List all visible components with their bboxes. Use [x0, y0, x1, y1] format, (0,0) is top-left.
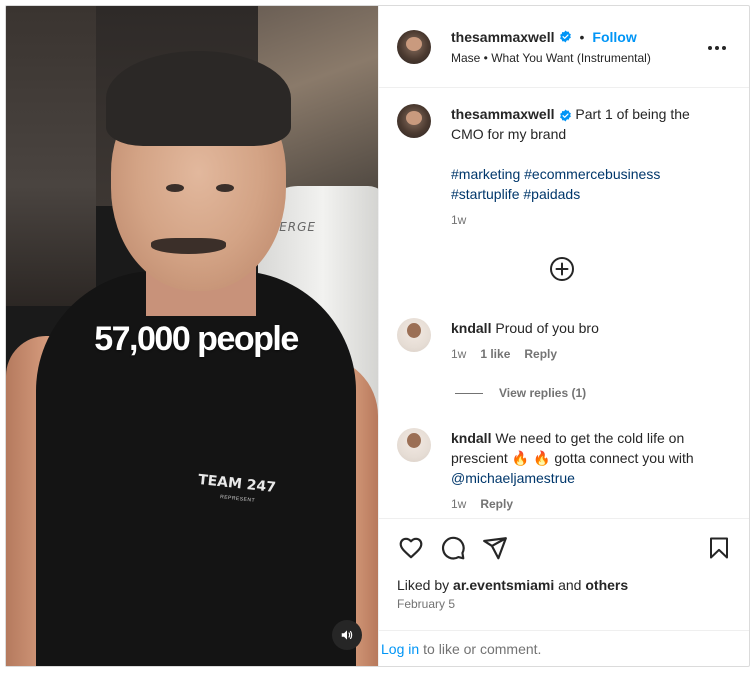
- post-date[interactable]: February 5: [397, 597, 733, 611]
- post-header: thesammaxwell • Follow Mase • What You W…: [379, 6, 749, 88]
- hashtags-line[interactable]: #startuplife #paidads: [451, 184, 721, 204]
- left-eye: [166, 184, 184, 192]
- user-mention-link[interactable]: @michaeljamestrue: [451, 470, 575, 486]
- bookmark-icon: [710, 537, 728, 559]
- load-more-comments-button[interactable]: [549, 256, 575, 282]
- caption-avatar[interactable]: [397, 104, 431, 138]
- right-eye: [216, 184, 234, 192]
- hair: [106, 51, 291, 146]
- more-options-icon: [708, 46, 726, 50]
- plus-circle-icon: [550, 257, 574, 281]
- likes-summary: Liked by ar.eventsmiami and others: [397, 577, 733, 593]
- comment-bubble-icon: [442, 536, 465, 560]
- liked-by-others[interactable]: others: [585, 577, 628, 593]
- comment-item: kndall Proud of you bro 1w 1 like Reply: [397, 318, 731, 364]
- commenter-avatar[interactable]: [397, 428, 431, 462]
- paper-plane-icon: [483, 537, 507, 560]
- verified-badge-icon: [559, 30, 571, 43]
- post-dialog: ERGE TEAM 247 REPRESENT 57,000 people th…: [5, 5, 750, 667]
- post-caption: thesammaxwell Part 1 of being the CMO fo…: [397, 104, 733, 230]
- liked-by-prefix: Liked by: [397, 577, 450, 593]
- caption-time[interactable]: 1w: [451, 210, 466, 230]
- share-button[interactable]: [481, 534, 509, 562]
- comment-text-cont: gotta connect you with: [554, 450, 694, 466]
- post-side-panel: thesammaxwell • Follow Mase • What You W…: [378, 6, 749, 666]
- save-button[interactable]: [705, 534, 733, 562]
- separator-dot: •: [579, 28, 585, 45]
- caption-username[interactable]: thesammaxwell: [451, 106, 555, 122]
- comment-time[interactable]: 1w: [451, 494, 466, 514]
- comment-item: kndall We need to get the cold life on p…: [397, 428, 731, 514]
- comment-text: Proud of you bro: [495, 320, 599, 336]
- commenter-username[interactable]: kndall: [451, 320, 491, 336]
- caption-hashtags: #marketing #ecommercebusiness #startupli…: [451, 164, 721, 204]
- more-options-button[interactable]: [707, 38, 727, 58]
- view-replies-label: View replies (1): [499, 386, 587, 400]
- replies-line: [455, 392, 483, 394]
- heart-icon: [399, 537, 423, 559]
- comments-section: thesammaxwell Part 1 of being the CMO fo…: [379, 88, 749, 518]
- view-replies-button[interactable]: View replies (1): [455, 386, 586, 400]
- author-avatar[interactable]: [397, 29, 431, 64]
- audio-track[interactable]: Mase • What You Want (Instrumental): [451, 51, 651, 65]
- author-username[interactable]: thesammaxwell: [451, 29, 555, 45]
- login-link[interactable]: Log in: [381, 641, 419, 657]
- mustache: [151, 238, 226, 254]
- hashtags-line[interactable]: #marketing #ecommercebusiness: [451, 164, 721, 184]
- reply-button[interactable]: Reply: [480, 494, 513, 514]
- comment-button[interactable]: [439, 534, 467, 562]
- verified-badge-icon: [559, 109, 571, 122]
- fire-emojis: 🔥 🔥: [511, 450, 551, 466]
- comment-likes[interactable]: 1 like: [480, 344, 510, 364]
- chair-logo: ERGE: [279, 220, 316, 234]
- liked-by-conj: and: [558, 577, 582, 593]
- video-player[interactable]: ERGE TEAM 247 REPRESENT 57,000 people: [6, 6, 378, 666]
- login-suffix: to like or comment.: [423, 640, 542, 657]
- author-info: thesammaxwell • Follow Mase • What You W…: [451, 29, 651, 65]
- commenter-avatar[interactable]: [397, 318, 431, 352]
- follow-button[interactable]: Follow: [592, 29, 636, 45]
- commenter-username[interactable]: kndall: [451, 430, 491, 446]
- comment-time[interactable]: 1w: [451, 344, 466, 364]
- speaker-icon: [341, 630, 353, 640]
- reply-button[interactable]: Reply: [524, 344, 557, 364]
- post-actions: Liked by ar.eventsmiami and others Febru…: [379, 518, 749, 630]
- like-button[interactable]: [397, 534, 425, 562]
- mute-toggle-button[interactable]: [332, 620, 362, 650]
- video-caption-overlay: 57,000 people: [94, 320, 299, 358]
- background-left: [6, 6, 96, 306]
- login-bar: Log in to like or comment.: [379, 630, 749, 666]
- liked-by-user[interactable]: ar.eventsmiami: [453, 577, 554, 593]
